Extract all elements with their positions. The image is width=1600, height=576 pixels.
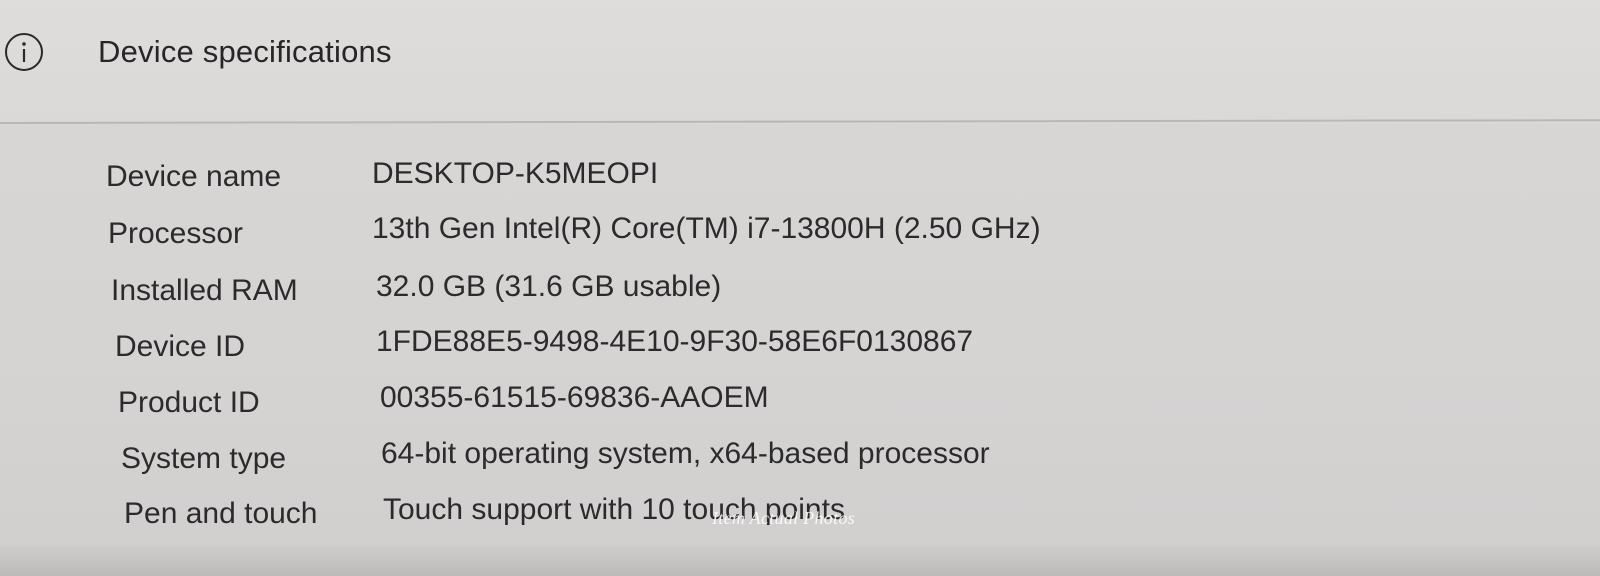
spec-list: Device name DESKTOP-K5MEOPI Processor 13… — [0, 140, 1600, 560]
spec-value[interactable]: 1FDE88E5-9498-4E10-9F30-58E6F0130867 — [376, 325, 973, 359]
spec-value[interactable]: DESKTOP-K5MEOPI — [372, 157, 658, 191]
spec-value[interactable]: 00355-61515-69836-AAOEM — [380, 381, 769, 415]
spec-value[interactable]: 32.0 GB (31.6 GB usable) — [376, 270, 721, 304]
section-title: Device specifications — [98, 34, 392, 69]
spec-label: System type — [121, 442, 287, 475]
spec-label: Product ID — [118, 386, 260, 419]
info-icon — [4, 32, 44, 72]
spec-label: Device ID — [115, 330, 246, 363]
spec-label: Pen and touch — [124, 497, 318, 530]
watermark-text: Item Actual Photos — [712, 508, 856, 528]
settings-about-page: Device specifications Device name DESKTO… — [0, 0, 1600, 576]
spec-value[interactable]: 64-bit operating system, x64-based proce… — [381, 437, 990, 471]
bottom-edge — [0, 546, 1600, 576]
spec-value[interactable]: 13th Gen Intel(R) Core(TM) i7-13800H (2.… — [372, 212, 1041, 246]
device-specifications-header[interactable]: Device specifications — [0, 0, 1600, 124]
spec-label: Processor — [108, 217, 244, 250]
spec-label: Installed RAM — [111, 274, 298, 307]
spec-label: Device name — [106, 160, 282, 193]
